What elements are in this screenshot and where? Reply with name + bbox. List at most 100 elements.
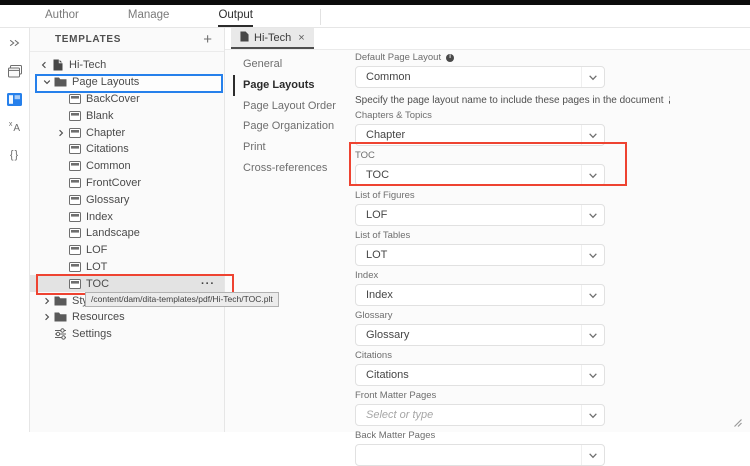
add-template-button[interactable]: + (203, 32, 212, 47)
close-tab-icon[interactable]: × (298, 32, 304, 44)
select-value: LOT (356, 249, 581, 261)
field-label: Front Matter Pages (355, 390, 645, 401)
field-group-index: Index Index (355, 268, 645, 306)
settings-nav: GeneralPage LayoutsPage Layout OrderPage… (233, 54, 351, 179)
chevron-down-icon (581, 445, 604, 465)
top-tab-author[interactable]: Author (45, 5, 79, 27)
field-label: Citations (355, 350, 645, 361)
layout-icon (68, 178, 81, 188)
info-icon[interactable]: i (669, 96, 671, 104)
chevron-down-icon[interactable] (42, 78, 52, 86)
select-index[interactable]: Index (355, 284, 605, 306)
select-toc[interactable]: TOC (355, 164, 605, 186)
layout-icon (68, 262, 81, 272)
select-value: Citations (356, 369, 581, 381)
select-citations[interactable]: Citations (355, 364, 605, 386)
collapse-panel-icon[interactable] (6, 35, 23, 51)
tree-item-blank[interactable]: Blank (30, 107, 224, 124)
snippets-icon[interactable]: {} (6, 147, 23, 163)
tree-item-label: Index (86, 211, 224, 223)
tree-item-lot[interactable]: LOT (30, 259, 224, 276)
field-label: Chapters & Topics (355, 110, 645, 121)
nav-item-general[interactable]: General (233, 54, 351, 75)
chevron-down-icon (581, 405, 604, 425)
field-group-chapters-topics: Chapters & Topics Chapter (355, 108, 645, 146)
tree-item-label: Landscape (86, 227, 224, 239)
nav-item-page-layouts[interactable]: Page Layouts (233, 75, 351, 96)
translate-icon[interactable]: xA (6, 119, 23, 135)
tree-item-page-layouts[interactable]: Page Layouts (30, 74, 224, 91)
document-tab-bar: Hi-Tech × (225, 28, 750, 50)
layout-icon (68, 228, 81, 238)
top-tab-manage[interactable]: Manage (128, 5, 170, 27)
layout-icon (68, 195, 81, 205)
select-value: Chapter (356, 129, 581, 141)
layout-icon (68, 111, 81, 121)
select-front-matter-pages[interactable]: Select or type (355, 404, 605, 426)
tree-item-lof[interactable]: LOF (30, 242, 224, 259)
select-list-of-tables[interactable]: LOT (355, 244, 605, 266)
select-chapters-topics[interactable]: Chapter (355, 124, 605, 146)
tree-item-hi-tech[interactable]: Hi-Tech (30, 57, 224, 74)
chevron-right-icon[interactable] (42, 313, 52, 321)
tree-item-resources[interactable]: Resources (30, 309, 224, 326)
tree-item-common[interactable]: Common (30, 158, 224, 175)
tree-item-index[interactable]: Index (30, 208, 224, 225)
select-value: LOF (356, 209, 581, 221)
chevron-right-icon[interactable] (56, 129, 66, 137)
templates-icon[interactable] (6, 91, 23, 107)
select-back-matter-pages[interactable] (355, 444, 605, 466)
nav-item-cross-references[interactable]: Cross-references (233, 158, 351, 179)
tree-item-backcover[interactable]: BackCover (30, 91, 224, 108)
chevron-back-icon[interactable] (39, 61, 49, 69)
tree-item-citations[interactable]: Citations (30, 141, 224, 158)
layout-icon (68, 94, 81, 104)
tabstrip-divider (320, 9, 321, 25)
tree-item-chapter[interactable]: Chapter (30, 124, 224, 141)
field-group-back-matter-pages: Back Matter Pages (355, 428, 645, 466)
chevron-down-icon (581, 165, 604, 185)
templates-panel-title: TEMPLATES (55, 34, 203, 45)
tree-item-glossary[interactable]: Glossary (30, 191, 224, 208)
field-group-glossary: GlossaryGlossary (355, 308, 645, 346)
chevron-down-icon (581, 325, 604, 345)
default-page-layout-select[interactable]: Common (355, 66, 605, 88)
assets-icon[interactable] (6, 63, 23, 79)
tree-item-label: Page Layouts (72, 76, 224, 88)
form-help-text-content: Specify the page layout name to include … (355, 95, 664, 106)
select-glossary[interactable]: Glossary (355, 324, 605, 346)
layout-icon (68, 279, 81, 289)
document-icon (51, 59, 64, 71)
folder-icon (54, 296, 67, 306)
select-value: TOC (356, 169, 581, 181)
editor-area: Hi-Tech × GeneralPage LayoutsPage Layout… (225, 28, 750, 432)
tree-item-landscape[interactable]: Landscape (30, 225, 224, 242)
layout-icon (68, 245, 81, 255)
tree-item-label: Common (86, 160, 224, 172)
layout-fields: Chapters & TopicsChapterTOCTOCList of Fi… (355, 108, 645, 466)
field-group-toc: TOCTOC (355, 148, 645, 186)
nav-item-page-layout-order[interactable]: Page Layout Order (233, 96, 351, 117)
document-tab-label: Hi-Tech (254, 32, 291, 44)
chevron-down-icon (581, 245, 604, 265)
tree-item-label: BackCover (86, 93, 224, 105)
layout-icon (68, 144, 81, 154)
tree-item-toc[interactable]: TOC··· (30, 275, 224, 292)
chevron-right-icon[interactable] (42, 297, 52, 305)
nav-item-page-organization[interactable]: Page Organization (233, 116, 351, 137)
tree-item-frontcover[interactable]: FrontCover (30, 175, 224, 192)
chevron-down-icon (581, 365, 604, 385)
field-label: Index (355, 270, 645, 281)
nav-item-print[interactable]: Print (233, 137, 351, 158)
resize-grip-icon[interactable] (731, 415, 743, 427)
top-tab-output[interactable]: Output (218, 5, 253, 27)
document-tab-hitech[interactable]: Hi-Tech × (231, 28, 314, 49)
info-icon[interactable]: i (446, 54, 454, 62)
more-actions-button[interactable]: ··· (201, 280, 215, 288)
tree-item-label: LOF (86, 244, 224, 256)
tree-item-label: TOC (86, 278, 201, 290)
folder-icon (54, 312, 67, 322)
select-list-of-figures[interactable]: LOF (355, 204, 605, 226)
document-icon (240, 31, 249, 45)
tree-item-settings[interactable]: Settings (30, 326, 224, 343)
